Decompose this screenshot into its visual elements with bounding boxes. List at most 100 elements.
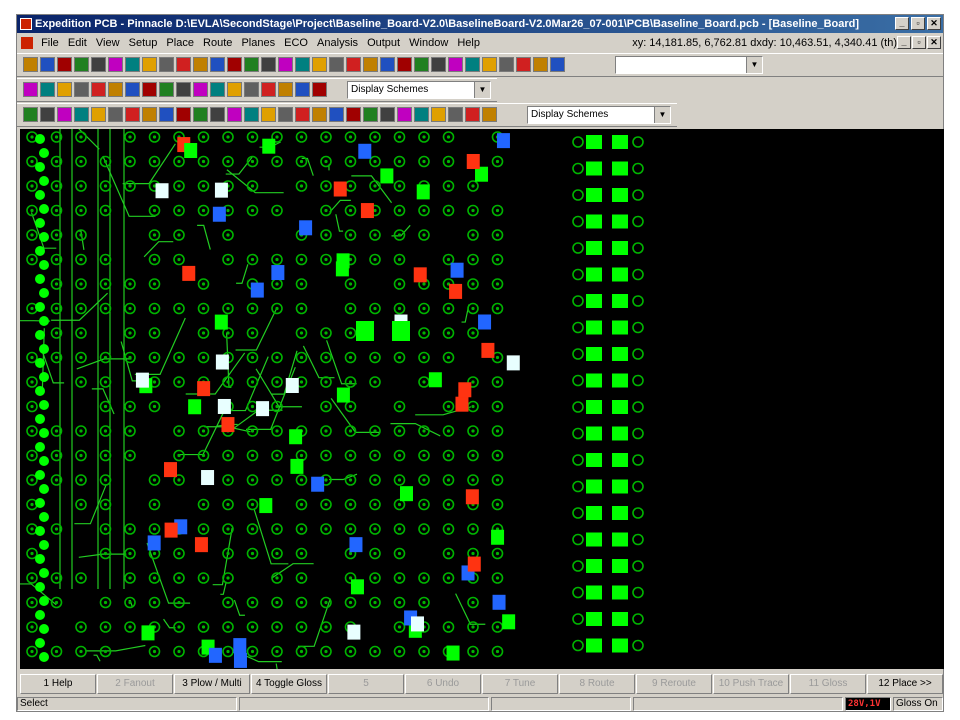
display-icon[interactable] [108, 82, 123, 97]
copy-icon[interactable] [278, 82, 293, 97]
find-icon[interactable] [465, 107, 480, 122]
cancel-icon[interactable] [380, 57, 395, 72]
fkey-6[interactable]: 6 Undo [405, 674, 481, 694]
menu-edit[interactable]: Edit [65, 34, 90, 52]
warning-icon[interactable] [329, 57, 344, 72]
route-icon[interactable] [244, 57, 259, 72]
menu-analysis[interactable]: Analysis [314, 34, 361, 52]
library-icon[interactable] [363, 107, 378, 122]
grid-icon[interactable] [397, 57, 412, 72]
fkey-5[interactable]: 5 [328, 674, 404, 694]
menu-route[interactable]: Route [200, 34, 235, 52]
binoculars-icon[interactable] [482, 107, 497, 122]
prev-icon[interactable] [159, 107, 174, 122]
display-icon[interactable] [193, 57, 208, 72]
mdi-close-icon[interactable]: ✕ [927, 36, 941, 49]
warning-icon[interactable] [278, 107, 293, 122]
cut-icon[interactable] [74, 82, 89, 97]
find-icon[interactable] [91, 57, 106, 72]
menu-view[interactable]: View [93, 34, 123, 52]
place-icon[interactable] [176, 57, 191, 72]
display-icon[interactable] [142, 107, 157, 122]
gloss-icon[interactable] [278, 57, 293, 72]
menu-planes[interactable]: Planes [238, 34, 278, 52]
layer-icon[interactable] [176, 82, 191, 97]
check-icon[interactable] [261, 82, 276, 97]
copy-icon[interactable] [312, 107, 327, 122]
gloss-icon[interactable] [227, 107, 242, 122]
netlist-icon[interactable] [380, 107, 395, 122]
binoculars-icon[interactable] [533, 57, 548, 72]
menu-eco[interactable]: ECO [281, 34, 311, 52]
cancel-icon[interactable] [295, 82, 310, 97]
undo-icon[interactable] [74, 107, 89, 122]
undo-icon[interactable] [40, 82, 55, 97]
place-icon[interactable] [91, 82, 106, 97]
drc-icon[interactable] [312, 57, 327, 72]
menu-place[interactable]: Place [163, 34, 197, 52]
new-icon[interactable] [465, 57, 480, 72]
exit-icon[interactable] [499, 57, 514, 72]
redo-icon[interactable] [142, 57, 157, 72]
redo-icon[interactable] [91, 107, 106, 122]
minimize-icon[interactable]: _ [895, 17, 909, 30]
exit-icon[interactable] [74, 57, 89, 72]
menu-window[interactable]: Window [406, 34, 451, 52]
fkey-7[interactable]: 7 Tune [482, 674, 558, 694]
menu-help[interactable]: Help [454, 34, 483, 52]
cancel-icon[interactable] [329, 107, 344, 122]
chevron-down-icon[interactable]: ▼ [654, 107, 670, 123]
fkey-9[interactable]: 9 Reroute [636, 674, 712, 694]
check-icon[interactable] [295, 107, 310, 122]
redo-icon[interactable] [57, 82, 72, 97]
next-icon[interactable] [142, 82, 157, 97]
check-icon[interactable] [346, 57, 361, 72]
display-schemes-combo[interactable]: Display Schemes ▼ [347, 81, 491, 99]
find-icon[interactable] [516, 57, 531, 72]
layer-icon[interactable] [261, 57, 276, 72]
chevron-down-icon[interactable]: ▼ [474, 82, 490, 98]
library-icon[interactable] [414, 57, 429, 72]
fkey-10[interactable]: 10 Push Trace [713, 674, 789, 694]
find-icon[interactable] [40, 107, 55, 122]
document-icon[interactable] [21, 37, 33, 49]
next-icon[interactable] [176, 107, 191, 122]
cut-icon[interactable] [108, 107, 123, 122]
menu-output[interactable]: Output [364, 34, 403, 52]
fkey-11[interactable]: 11 Gloss [790, 674, 866, 694]
undo-icon[interactable] [125, 57, 140, 72]
fkey-3[interactable]: 3 Plow / Multi [174, 674, 250, 694]
fkey-1[interactable]: 1 Help [20, 674, 96, 694]
next-icon[interactable] [227, 57, 242, 72]
fkey-4[interactable]: 4 Toggle Gloss [251, 674, 327, 694]
undo-icon[interactable] [550, 57, 565, 72]
prev-icon[interactable] [125, 82, 140, 97]
route-icon[interactable] [159, 82, 174, 97]
new-icon[interactable] [414, 107, 429, 122]
route-icon[interactable] [193, 107, 208, 122]
pcb-layout[interactable] [20, 129, 944, 669]
binoculars-icon[interactable] [23, 82, 38, 97]
copy-icon[interactable] [363, 57, 378, 72]
gloss-icon[interactable] [193, 82, 208, 97]
grid-icon[interactable] [312, 82, 327, 97]
cut-icon[interactable] [159, 57, 174, 72]
close-icon[interactable]: ✕ [927, 17, 941, 30]
drc-icon[interactable] [261, 107, 276, 122]
layer-icon[interactable] [210, 107, 225, 122]
grid-icon[interactable] [346, 107, 361, 122]
prev-icon[interactable] [210, 57, 225, 72]
restore-icon[interactable]: ▫ [911, 17, 925, 30]
properties-icon[interactable] [295, 57, 310, 72]
menu-file[interactable]: File [38, 34, 62, 52]
fkey-12[interactable]: 12 Place >> [867, 674, 943, 694]
netlist-icon[interactable] [431, 57, 446, 72]
warning-icon[interactable] [244, 82, 259, 97]
open-icon[interactable] [448, 57, 463, 72]
exit-icon[interactable] [448, 107, 463, 122]
properties-icon[interactable] [244, 107, 259, 122]
binoculars-icon[interactable] [108, 57, 123, 72]
chevron-down-icon[interactable]: ▼ [746, 57, 762, 73]
menu-setup[interactable]: Setup [126, 34, 161, 52]
new-icon[interactable] [40, 57, 55, 72]
